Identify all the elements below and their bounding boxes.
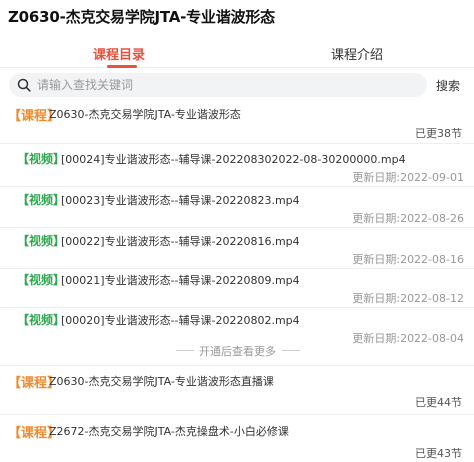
search-box[interactable] [9, 73, 427, 97]
video-name: [00022]专业谐波形态--辅导课-20220816.mp4 [61, 235, 300, 248]
page-title: Z0630-杰克交易学院JTA-专业谐波形态 [8, 8, 275, 26]
video-name: [00021]专业谐波形态--辅导课-20220809.mp4 [61, 274, 300, 287]
course-item[interactable]: 【课程】 Z0630-杰克交易学院JTA-专业谐波形态直播课 已更44节 [0, 372, 474, 412]
video-tag: 【视频】 [17, 193, 66, 207]
video-name: [00020]专业谐波形态--辅导课-20220802.mp4 [61, 314, 300, 327]
course-lesson-count: 已更43节 [415, 447, 462, 460]
divider [0, 227, 474, 228]
course-name: Z2672-杰克交易学院JTA-杰克操盘术-小白必修课 [49, 425, 289, 438]
course-item[interactable]: 【课程】 Z0630-杰克交易学院JTA-专业谐波形态 已更38节 [0, 105, 474, 143]
tab-bar: 课程目录 课程介绍 [0, 36, 474, 68]
course-name: Z0630-杰克交易学院JTA-专业谐波形态 [49, 108, 241, 121]
video-update-date: 更新日期:2022-08-16 [352, 253, 464, 266]
video-tag: 【视频】 [17, 313, 66, 327]
unlock-more-link[interactable]: 开通后查看更多 [199, 343, 276, 359]
video-tag: 【视频】 [17, 234, 66, 248]
divider [176, 350, 194, 351]
video-update-date: 更新日期:2022-08-26 [352, 212, 464, 225]
search-icon [17, 78, 31, 92]
video-item[interactable]: 【视频】 [00022]专业谐波形态--辅导课-20220816.mp4 更新日… [0, 230, 474, 268]
tab-course-intro[interactable]: 课程介绍 [331, 44, 383, 63]
search-bar: 搜索 [0, 70, 474, 100]
active-tab-indicator [107, 65, 137, 68]
divider [282, 350, 300, 351]
video-name: [00024]专业谐波形态--辅导课-202208302022-08-30200… [61, 153, 406, 166]
unlock-more-hint: 开通后查看更多 [0, 342, 474, 358]
video-item[interactable]: 【视频】 [00023]专业谐波形态--辅导课-20220823.mp4 更新日… [0, 189, 474, 227]
course-item[interactable]: 【课程】 Z2672-杰克交易学院JTA-杰克操盘术-小白必修课 已更43节 [0, 422, 474, 462]
course-lesson-count: 已更44节 [415, 396, 462, 409]
divider [0, 414, 474, 415]
video-item[interactable]: 【视频】 [00024]专业谐波形态--辅导课-202208302022-08-… [0, 148, 474, 186]
divider [0, 143, 474, 144]
video-tag: 【视频】 [17, 273, 66, 287]
course-name: Z0630-杰克交易学院JTA-专业谐波形态直播课 [49, 375, 274, 388]
video-name: [00023]专业谐波形态--辅导课-20220823.mp4 [61, 194, 300, 207]
video-update-date: 更新日期:2022-08-12 [352, 292, 464, 305]
search-button[interactable]: 搜索 [436, 77, 460, 94]
video-update-date: 更新日期:2022-09-01 [352, 171, 464, 184]
video-tag: 【视频】 [17, 152, 66, 166]
divider [0, 307, 474, 308]
search-input[interactable] [37, 76, 417, 94]
divider [0, 365, 474, 366]
divider [0, 186, 474, 187]
course-lesson-count: 已更38节 [415, 127, 462, 140]
video-item[interactable]: 【视频】 [00021]专业谐波形态--辅导课-20220809.mp4 更新日… [0, 269, 474, 307]
tab-course-list[interactable]: 课程目录 [93, 44, 145, 63]
